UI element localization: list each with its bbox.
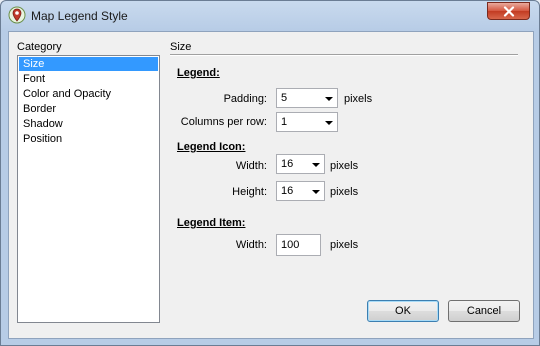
columns-per-row-select[interactable]: 1 [276, 112, 338, 132]
category-item-font[interactable]: Font [19, 72, 158, 86]
padding-value: 5 [281, 92, 288, 104]
cancel-button[interactable]: Cancel [448, 300, 520, 322]
item-width-label: Width: [235, 239, 267, 251]
icon-height-label: Height: [232, 186, 267, 198]
panel-title: Size [170, 41, 192, 53]
item-width-unit: pixels [330, 239, 359, 251]
icon-height-select[interactable]: 16 [276, 181, 325, 201]
icon-height-value: 16 [281, 185, 294, 197]
icon-height-unit: pixels [330, 186, 359, 198]
item-width-input[interactable]: 100 [276, 234, 321, 256]
category-label: Category [17, 41, 62, 53]
icon-width-unit: pixels [330, 160, 359, 172]
category-item-color-opacity[interactable]: Color and Opacity [19, 87, 158, 101]
columns-per-row-label: Columns per row: [180, 116, 267, 128]
category-item-size[interactable]: Size [19, 57, 158, 71]
panel-divider [170, 54, 518, 56]
legend-heading: Legend: [177, 67, 220, 79]
window-title: Map Legend Style [31, 9, 128, 23]
chevron-down-icon [312, 163, 320, 167]
legend-item-heading: Legend Item: [177, 217, 246, 229]
padding-select[interactable]: 5 [276, 88, 338, 108]
icon-width-select[interactable]: 16 [276, 154, 325, 174]
padding-unit: pixels [344, 93, 373, 105]
map-pin-icon [8, 6, 26, 24]
category-item-position[interactable]: Position [19, 132, 158, 146]
padding-label: Padding: [223, 93, 267, 105]
ok-button[interactable]: OK [367, 300, 439, 322]
chevron-down-icon [312, 190, 320, 194]
close-icon [503, 6, 515, 17]
chevron-down-icon [325, 121, 333, 125]
legend-icon-heading: Legend Icon: [177, 141, 246, 153]
close-button[interactable] [487, 2, 530, 20]
item-width-value: 100 [281, 239, 300, 251]
icon-width-label: Width: [235, 160, 267, 172]
icon-width-value: 16 [281, 158, 294, 170]
chevron-down-icon [325, 97, 333, 101]
category-list[interactable]: Size Font Color and Opacity Border Shado… [17, 55, 160, 323]
title-bar[interactable]: Map Legend Style [1, 1, 539, 31]
category-item-shadow[interactable]: Shadow [19, 117, 158, 131]
dialog-body: Category Size Font Color and Opacity Bor… [8, 31, 534, 339]
dialog-window: Map Legend Style Category Size Font Colo… [0, 0, 540, 346]
category-item-border[interactable]: Border [19, 102, 158, 116]
columns-per-row-value: 1 [281, 116, 288, 128]
